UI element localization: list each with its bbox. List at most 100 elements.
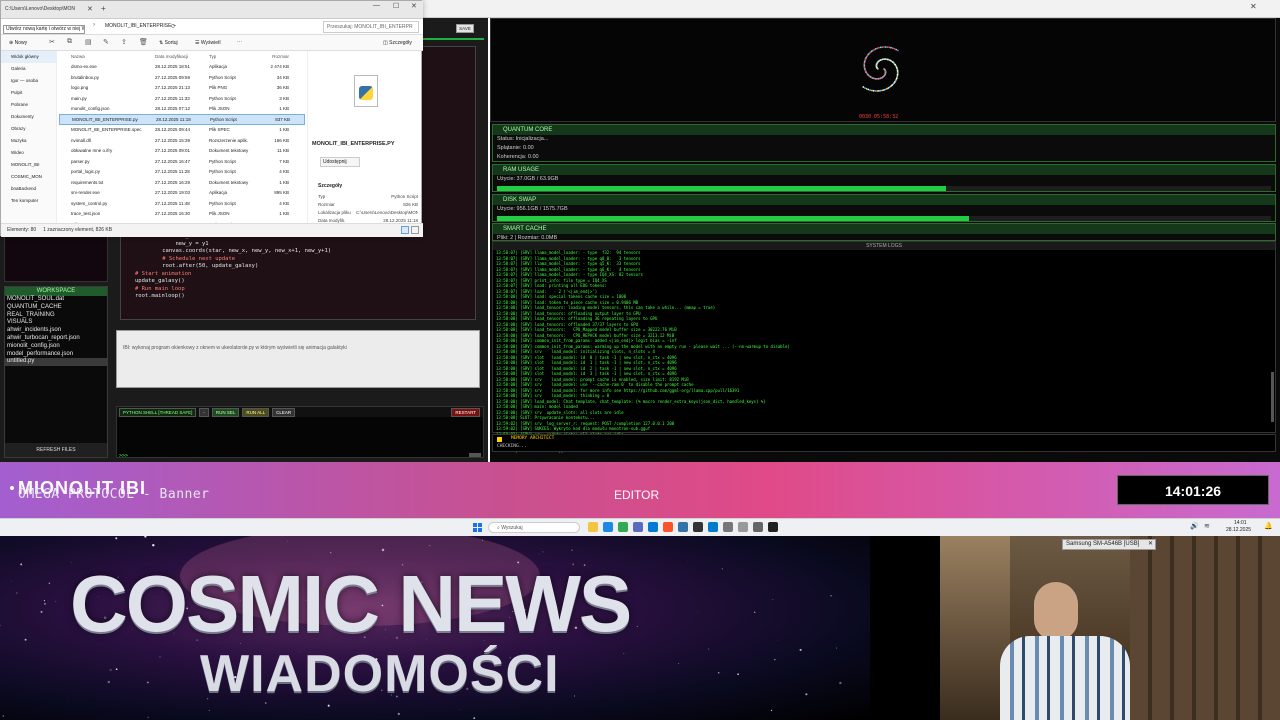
window-close-icon[interactable]: ✕ [1250, 2, 1257, 11]
restart-button[interactable]: RESTART [451, 407, 480, 417]
system-logs-panel[interactable]: SYSTEM LOGS 13:58:07| [SRV] llama_model_… [492, 241, 1276, 453]
share-file-button[interactable]: Udostępnij [320, 157, 360, 167]
rename-icon[interactable]: ✎ [103, 38, 109, 46]
nav-item[interactable]: Muzyka [1, 135, 56, 147]
file-row[interactable]: brutalinbox.py 27.12.2025 09:59 Python Scr… [59, 72, 305, 83]
nav-item[interactable]: Widok główny [1, 51, 56, 63]
vscode-icon[interactable] [708, 522, 718, 532]
column-name[interactable]: Nazwa [59, 54, 155, 59]
app-icon[interactable] [738, 522, 748, 532]
workspace-file[interactable]: ahwir_incidents.json [5, 327, 107, 335]
paste-icon[interactable]: ▤ [85, 38, 92, 46]
camera-app-icon[interactable] [768, 522, 778, 532]
nav-item[interactable]: Obrazy [1, 123, 56, 135]
breadcrumb[interactable]: MONOLIT_IBI_ENTERPRISE [105, 23, 171, 30]
nav-item[interactable]: Galeria [1, 63, 56, 75]
workspace-file[interactable]: model_performance.json [5, 351, 107, 359]
nav-item[interactable]: Pobrane [1, 99, 56, 111]
run-selection-button[interactable]: RUN SEL [211, 407, 240, 417]
file-row[interactable]: srv-render.exe 27.12.2025 19:03 Aplikacja 8… [59, 188, 305, 199]
file-row[interactable]: MONOLIT_IBI_ENTERPRISE.spec 28.12.2025 09… [59, 125, 305, 136]
shell-minus-button[interactable]: - [199, 407, 209, 417]
file-row[interactable]: nvimall.dll 27.12.2025 15:39 Rozszerzenie … [59, 135, 305, 146]
mail-icon[interactable] [648, 522, 658, 532]
workspace-file[interactable]: mionolit_config.json [5, 343, 107, 351]
star [381, 548, 385, 552]
shell-scrollbar[interactable] [469, 453, 481, 457]
nav-item[interactable]: Dokumenty [1, 111, 56, 123]
ai-prompt-input[interactable]: IBI: wykonaj program okienkowy z oknem w… [116, 330, 480, 388]
share-icon[interactable]: ⇪ [121, 38, 127, 46]
nav-item[interactable]: Ten komputer [1, 195, 56, 207]
file-row[interactable]: obłuwalne mne o.ifry 27.12.2025 09:01 Doku… [59, 146, 305, 157]
nav-item[interactable]: Pulpit [1, 87, 56, 99]
column-date[interactable]: Data modyfikacji [155, 54, 209, 59]
notepad-icon[interactable] [723, 522, 733, 532]
logs-scrollbar[interactable] [1271, 372, 1274, 422]
file-row[interactable]: logo.png 27.12.2025 21:13 Plik PNG 36 KB [59, 83, 305, 94]
refresh-icon[interactable]: ⟳ [171, 23, 176, 30]
sort-button[interactable]: ⇅ Sortuj [159, 40, 178, 47]
details-view-icon[interactable] [401, 226, 409, 234]
nav-item[interactable]: Wideo [1, 147, 56, 159]
python-icon[interactable] [678, 522, 688, 532]
close-icon[interactable]: ✕ [87, 5, 93, 13]
taskbar-search-input[interactable]: ⌕ Wyszukaj [488, 522, 580, 533]
notification-icon[interactable]: 🔔 [1264, 522, 1273, 530]
column-type[interactable]: Typ [209, 54, 255, 59]
volume-icon[interactable]: 🔊 [1190, 522, 1199, 530]
nav-item[interactable]: bnaBackend [1, 183, 56, 195]
workspace-file[interactable]: ahwir_turbocan_report.json [5, 335, 107, 343]
brave-icon[interactable] [663, 522, 673, 532]
file-row[interactable]: parser.py 27.12.2025 16:47 Python Script 7 … [59, 156, 305, 167]
python-shell[interactable]: PYTHON SHELL [THREAD SAFE] - RUN SEL RUN… [116, 406, 484, 459]
save-button[interactable]: SAVE [456, 24, 474, 33]
column-size[interactable]: Rozmiar [255, 54, 289, 59]
file-row[interactable]: monolit_config.json 28.12.2025 07:12 Plik … [59, 104, 305, 115]
workspace-file[interactable]: REAL_TRAINING [5, 312, 107, 320]
store-icon[interactable] [633, 522, 643, 532]
nav-item[interactable]: Igor — osoba [1, 75, 56, 87]
workspace-file[interactable]: MONOLIT_SOUL.dat [5, 296, 107, 304]
minimize-icon[interactable]: — [373, 2, 380, 9]
file-explorer-icon[interactable] [588, 522, 598, 532]
terminal-icon[interactable] [693, 522, 703, 532]
copy-icon[interactable]: ⧉ [67, 38, 72, 46]
file-row[interactable]: requirements.txt 27.12.2025 16:29 Dokument… [59, 177, 305, 188]
workspace-file[interactable]: VISUALS [5, 319, 107, 327]
nav-item[interactable]: MONOLIT_IBI [1, 159, 56, 171]
delete-icon[interactable]: 🗑 [139, 38, 148, 46]
explorer-path-tab[interactable]: C:\Users\Lenovo\Desktop\MON [5, 6, 75, 13]
chrome-icon[interactable] [618, 522, 628, 532]
close-icon[interactable]: ✕ [1148, 540, 1153, 549]
file-row[interactable]: trace_test.json 27.12.2025 16:30 Plik JSON… [59, 209, 305, 220]
edge-icon[interactable] [603, 522, 613, 532]
file-row[interactable]: main.py 27.12.2025 11:33 Python Script 3 KB [59, 93, 305, 104]
nav-item[interactable]: COSMIC_MON [1, 171, 56, 183]
file-type: Python Script [209, 95, 236, 101]
run-all-button[interactable]: RUN ALL [242, 407, 270, 417]
explorer-search-input[interactable]: Przeszukaj: MONOLIT_IBI_ENTERPR [323, 21, 419, 33]
file-row[interactable]: dsmo-ex.exe 28.12.2025 18:51 Aplikacja 2 47… [59, 62, 305, 73]
file-row[interactable]: portal_logic.py 27.12.2025 11:28 Python Sc… [59, 167, 305, 178]
refresh-files-button[interactable]: REFRESH FILES [5, 443, 107, 457]
new-button[interactable]: ⊕ Nowy [9, 40, 27, 47]
details-button[interactable]: ◫ Szczegóły [383, 40, 412, 47]
smart-cache-title: SMART CACHE [493, 224, 1275, 234]
app-icon[interactable] [753, 522, 763, 532]
workspace-file[interactable]: QUANTUM_CACHE [5, 304, 107, 312]
window-close-icon[interactable]: ✕ [411, 2, 417, 10]
shell-prompt[interactable]: >>> [119, 453, 128, 459]
tiles-view-icon[interactable] [411, 226, 419, 234]
clear-button[interactable]: CLEAR [272, 407, 296, 417]
workspace-file-selected[interactable]: untitled.py [5, 358, 107, 367]
file-row[interactable]: MONOLIT_IBI_ENTERPRISE.py 28.12.2025 11:1… [59, 114, 305, 125]
file-row[interactable]: system_control.py 27.12.2025 11:48 Python … [59, 198, 305, 209]
more-options-button[interactable]: ··· [237, 39, 242, 46]
wifi-icon[interactable]: ≋ [1204, 522, 1210, 530]
start-icon[interactable] [473, 523, 482, 532]
view-button[interactable]: ☰ Wyświetl [195, 40, 221, 47]
cut-icon[interactable]: ✂ [49, 38, 55, 46]
new-tab-icon[interactable]: + [101, 4, 106, 13]
maximize-icon[interactable]: ☐ [393, 2, 399, 10]
